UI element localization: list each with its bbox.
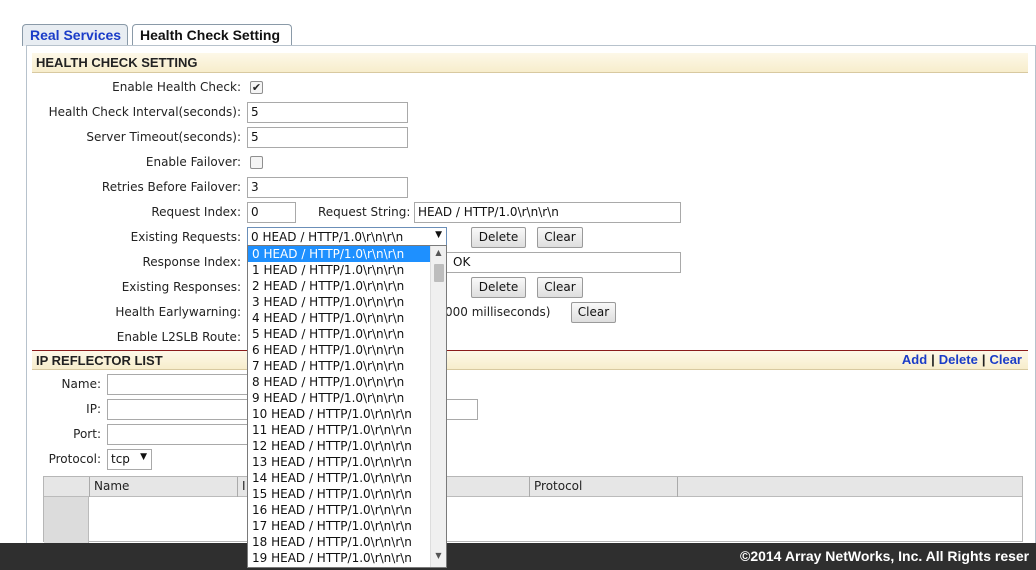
reflector-actions: Add | Delete | Clear bbox=[902, 352, 1022, 367]
dropdown-option[interactable]: 1 HEAD / HTTP/1.0\r\n\r\n bbox=[248, 262, 431, 278]
table-row-header bbox=[44, 497, 89, 543]
reflector-port-input[interactable] bbox=[107, 424, 257, 445]
request-index-input[interactable]: 0 bbox=[247, 202, 296, 223]
dropdown-option[interactable]: 5 HEAD / HTTP/1.0\r\n\r\n bbox=[248, 326, 431, 342]
protocol-selected-value: tcp bbox=[111, 452, 130, 466]
request-string-label: Request String: bbox=[318, 205, 411, 219]
dropdown-option[interactable]: 2 HEAD / HTTP/1.0\r\n\r\n bbox=[248, 278, 431, 294]
dropdown-option[interactable]: 12 HEAD / HTTP/1.0\r\n\r\n bbox=[248, 438, 431, 454]
link-separator: | bbox=[931, 352, 935, 367]
health-earlywarning-label: Health Earlywarning: bbox=[115, 305, 241, 319]
earlywarning-units-text: 000 milliseconds) bbox=[445, 305, 551, 319]
reflector-name-label: Name: bbox=[61, 377, 101, 391]
existing-responses-label: Existing Responses: bbox=[121, 280, 241, 294]
health-check-interval-input[interactable]: 5 bbox=[247, 102, 408, 123]
scroll-thumb[interactable] bbox=[434, 264, 444, 282]
enable-health-check-label: Enable Health Check: bbox=[112, 80, 241, 94]
reflector-table: Name I Protocol bbox=[43, 476, 1023, 543]
delete-response-button[interactable]: Delete bbox=[471, 277, 526, 298]
dropdown-option[interactable]: 13 HEAD / HTTP/1.0\r\n\r\n bbox=[248, 454, 431, 470]
link-separator: | bbox=[981, 352, 986, 367]
dropdown-option[interactable]: 17 HEAD / HTTP/1.0\r\n\r\n bbox=[248, 518, 431, 534]
dropdown-option[interactable]: 6 HEAD / HTTP/1.0\r\n\r\n bbox=[248, 342, 431, 358]
request-string-input[interactable]: HEAD / HTTP/1.0\r\n\r\n bbox=[414, 202, 681, 223]
dropdown-options: 0 HEAD / HTTP/1.0\r\n\r\n 1 HEAD / HTTP/1… bbox=[248, 246, 446, 566]
dropdown-option[interactable]: 14 HEAD / HTTP/1.0\r\n\r\n bbox=[248, 470, 431, 486]
dropdown-option[interactable]: 15 HEAD / HTTP/1.0\r\n\r\n bbox=[248, 486, 431, 502]
dropdown-option[interactable]: 16 HEAD / HTTP/1.0\r\n\r\n bbox=[248, 502, 431, 518]
enable-failover-checkbox[interactable] bbox=[250, 156, 263, 169]
clear-response-button[interactable]: Clear bbox=[537, 277, 583, 298]
dropdown-option[interactable]: 19 HEAD / HTTP/1.0\r\n\r\n bbox=[248, 550, 431, 566]
enable-failover-label: Enable Failover: bbox=[145, 155, 241, 169]
existing-requests-selected-value: 0 HEAD / HTTP/1.0\r\n\r\n bbox=[251, 230, 404, 244]
dropdown-option[interactable]: 3 HEAD / HTTP/1.0\r\n\r\n bbox=[248, 294, 431, 310]
main-panel bbox=[26, 45, 1036, 545]
dropdown-scrollbar[interactable]: ▲ ▼ bbox=[430, 246, 446, 567]
tab-real-services[interactable]: Real Services bbox=[22, 24, 128, 46]
clear-request-button[interactable]: Clear bbox=[537, 227, 583, 248]
server-timeout-label: Server Timeout(seconds): bbox=[86, 130, 241, 144]
copyright-text: ©2014 Array NetWorks, Inc. All Rights re… bbox=[740, 548, 1030, 564]
retries-before-failover-label: Retries Before Failover: bbox=[101, 180, 241, 194]
footer: ©2014 Array NetWorks, Inc. All Rights re… bbox=[0, 543, 1036, 570]
server-timeout-input[interactable]: 5 bbox=[247, 127, 408, 148]
dropdown-option[interactable]: 8 HEAD / HTTP/1.0\r\n\r\n bbox=[248, 374, 431, 390]
column-header-protocol[interactable]: Protocol bbox=[530, 477, 678, 497]
column-header-name[interactable]: Name bbox=[90, 477, 238, 497]
clear-earlywarning-button[interactable]: Clear bbox=[571, 302, 616, 323]
table-header: Name I Protocol bbox=[44, 477, 1022, 497]
table-corner bbox=[44, 477, 90, 497]
tab-health-check-setting[interactable]: Health Check Setting bbox=[132, 24, 292, 47]
enable-l2slb-route-label: Enable L2SLB Route: bbox=[116, 330, 241, 344]
chevron-down-icon: ▼ bbox=[140, 452, 147, 462]
reflector-name-input[interactable] bbox=[107, 374, 257, 395]
reflector-ip-input[interactable] bbox=[107, 399, 257, 420]
dropdown-option[interactable]: 10 HEAD / HTTP/1.0\r\n\r\n bbox=[248, 406, 431, 422]
clear-reflector-link[interactable]: Clear bbox=[989, 352, 1022, 367]
existing-requests-label: Existing Requests: bbox=[130, 230, 241, 244]
health-check-interval-label: Health Check Interval(seconds): bbox=[48, 105, 241, 119]
dropdown-option[interactable]: 0 HEAD / HTTP/1.0\r\n\r\n bbox=[248, 246, 431, 262]
existing-requests-dropdown-list[interactable]: 0 HEAD / HTTP/1.0\r\n\r\n 1 HEAD / HTTP/1… bbox=[247, 245, 447, 568]
chevron-down-icon: ▼ bbox=[435, 230, 442, 240]
reflector-ip-label: IP: bbox=[86, 402, 101, 416]
enable-health-check-checkbox[interactable]: ✔ bbox=[250, 81, 263, 94]
scroll-down-icon[interactable]: ▼ bbox=[431, 551, 446, 565]
health-check-section-title: HEALTH CHECK SETTING bbox=[32, 53, 1028, 73]
response-index-label: Response Index: bbox=[142, 255, 241, 269]
dropdown-option[interactable]: 7 HEAD / HTTP/1.0\r\n\r\n bbox=[248, 358, 431, 374]
reflector-port-label: Port: bbox=[73, 427, 101, 441]
ip-reflector-section-title: IP REFLECTOR LIST bbox=[32, 350, 1028, 370]
protocol-select[interactable]: tcp ▼ bbox=[107, 449, 152, 470]
dropdown-option[interactable]: 9 HEAD / HTTP/1.0\r\n\r\n bbox=[248, 390, 431, 406]
response-string-input[interactable]: OK bbox=[414, 252, 681, 273]
request-index-label: Request Index: bbox=[151, 205, 241, 219]
scroll-up-icon[interactable]: ▲ bbox=[431, 248, 446, 262]
dropdown-option[interactable]: 11 HEAD / HTTP/1.0\r\n\r\n bbox=[248, 422, 431, 438]
dropdown-option[interactable]: 18 HEAD / HTTP/1.0\r\n\r\n bbox=[248, 534, 431, 550]
delete-request-button[interactable]: Delete bbox=[471, 227, 526, 248]
delete-reflector-link[interactable]: Delete bbox=[939, 352, 978, 367]
retries-before-failover-input[interactable]: 3 bbox=[247, 177, 408, 198]
dropdown-option[interactable]: 4 HEAD / HTTP/1.0\r\n\r\n bbox=[248, 310, 431, 326]
add-reflector-link[interactable]: Add bbox=[902, 352, 927, 367]
reflector-protocol-label: Protocol: bbox=[48, 452, 101, 466]
